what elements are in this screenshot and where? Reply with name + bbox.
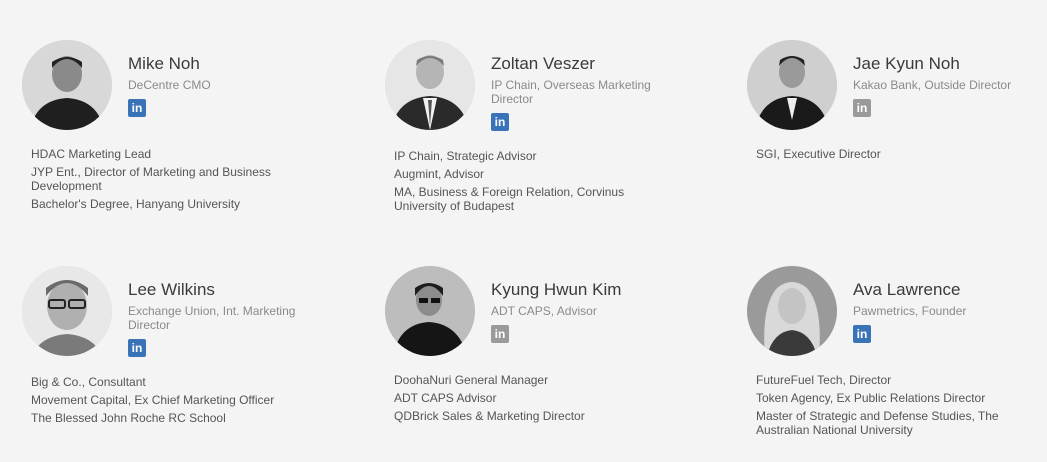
member-bio: FutureFuel Tech, Director Token Agency, …: [756, 373, 1036, 441]
linkedin-icon[interactable]: in: [128, 339, 146, 357]
member-name: Zoltan Veszer: [491, 54, 595, 73]
member-role: IP Chain, Overseas Marketing Director: [491, 78, 651, 106]
linkedin-icon[interactable]: in: [853, 99, 871, 117]
bio-line: ADT CAPS Advisor: [394, 391, 497, 405]
bio-line: FutureFuel Tech, Director: [756, 373, 892, 387]
bio-line: Master of Strategic and Defense Studies,…: [756, 409, 999, 437]
member-bio: SGI, Executive Director: [756, 147, 1036, 165]
avatar: [385, 266, 475, 356]
member-role: DeCentre CMO: [128, 78, 211, 92]
member-bio: Big & Co., Consultant Movement Capital, …: [31, 375, 311, 429]
avatar: [747, 266, 837, 356]
member-name: Lee Wilkins: [128, 280, 215, 299]
bio-line: QDBrick Sales & Marketing Director: [394, 409, 585, 423]
member-bio: DoohaNuri General Manager ADT CAPS Advis…: [394, 373, 674, 427]
member-role: ADT CAPS, Advisor: [491, 304, 597, 318]
member-name: Mike Noh: [128, 54, 200, 73]
member-bio: HDAC Marketing Lead JYP Ent., Director o…: [31, 147, 311, 215]
member-role: Kakao Bank, Outside Director: [853, 78, 1012, 92]
bio-line: Bachelor's Degree, Hanyang University: [31, 197, 241, 211]
bio-line: Big & Co., Consultant: [31, 375, 146, 389]
avatar: [22, 40, 112, 130]
linkedin-icon[interactable]: in: [128, 99, 146, 117]
avatar: [22, 266, 112, 356]
bio-line: The Blessed John Roche RC School: [31, 411, 226, 425]
avatar: [385, 40, 475, 130]
bio-line: SGI, Executive Director: [756, 147, 881, 161]
linkedin-icon[interactable]: in: [491, 113, 509, 131]
avatar: [747, 40, 837, 130]
member-role: Exchange Union, Int. Marketing Director: [128, 304, 296, 332]
bio-line: DoohaNuri General Manager: [394, 373, 549, 387]
bio-line: Movement Capital, Ex Chief Marketing Off…: [31, 393, 275, 407]
linkedin-icon[interactable]: in: [491, 325, 509, 343]
member-bio: IP Chain, Strategic Advisor Augmint, Adv…: [394, 149, 674, 217]
member-name: Kyung Hwun Kim: [491, 280, 622, 299]
bio-line: Augmint, Advisor: [394, 167, 485, 181]
bio-line: Token Agency, Ex Public Relations Direct…: [756, 391, 986, 405]
member-role: Pawmetrics, Founder: [853, 304, 967, 318]
bio-line: MA, Business & Foreign Relation, Corvinu…: [394, 185, 625, 213]
member-name: Ava Lawrence: [853, 280, 961, 299]
linkedin-icon[interactable]: in: [853, 325, 871, 343]
bio-line: JYP Ent., Director of Marketing and Busi…: [31, 165, 271, 193]
bio-line: HDAC Marketing Lead: [31, 147, 152, 161]
bio-line: IP Chain, Strategic Advisor: [394, 149, 537, 163]
member-name: Jae Kyun Noh: [853, 54, 960, 73]
